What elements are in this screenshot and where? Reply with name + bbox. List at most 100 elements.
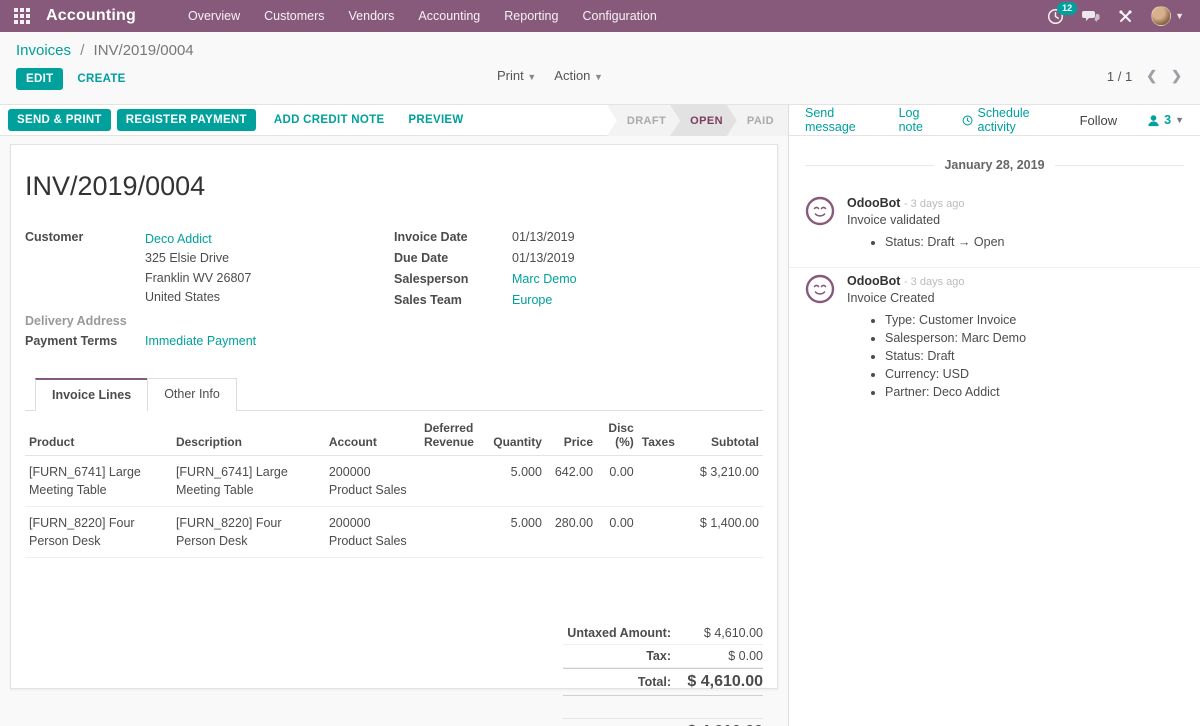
customer-street: 325 Elsie Drive <box>145 249 251 268</box>
action-dropdown[interactable]: Action ▼ <box>554 68 603 83</box>
state-open[interactable]: OPEN <box>670 105 737 136</box>
apps-grid-icon[interactable] <box>14 8 30 24</box>
message-detail: Status: Draft <box>885 349 1184 363</box>
customer-link[interactable]: Deco Addict <box>145 230 251 249</box>
cell-taxes[interactable] <box>638 506 683 557</box>
message-detail: Status: Draft → Open <box>885 235 1184 249</box>
nav-item-customers[interactable]: Customers <box>252 0 336 32</box>
col-header-deferred-revenue[interactable]: Deferred Revenue <box>420 415 485 456</box>
cell-price[interactable]: 280.00 <box>546 506 597 557</box>
user-menu[interactable]: ▼ <box>1151 6 1184 26</box>
message-timestamp: - 3 days ago <box>904 276 965 288</box>
state-draft[interactable]: DRAFT <box>607 105 680 136</box>
untaxed-amount-value: $ 4,610.00 <box>671 626 763 640</box>
cell-product[interactable]: [FURN_8220] Four Person Desk <box>25 506 172 557</box>
statusbar: SEND & PRINT REGISTER PAYMENT ADD CREDIT… <box>0 105 789 135</box>
state-pipeline: DRAFT OPEN PAID <box>617 105 788 136</box>
message-detail: Currency: USD <box>885 367 1184 381</box>
total-value: $ 4,610.00 <box>671 673 763 691</box>
log-note-button[interactable]: Log note <box>899 106 941 134</box>
col-header-product[interactable]: Product <box>25 415 172 456</box>
message-body: Invoice Created <box>847 291 1184 305</box>
cell-deferred-revenue[interactable] <box>420 455 485 506</box>
cell-account[interactable]: 200000 Product Sales <box>325 506 420 557</box>
message-author[interactable]: OdooBot <box>847 196 900 210</box>
nav-item-reporting[interactable]: Reporting <box>492 0 570 32</box>
col-header-taxes[interactable]: Taxes <box>638 415 683 456</box>
send-print-button[interactable]: SEND & PRINT <box>8 109 111 131</box>
edit-button[interactable]: EDIT <box>16 68 63 90</box>
preview-button[interactable]: PREVIEW <box>408 114 463 126</box>
cell-disc[interactable]: 0.00 <box>597 455 638 506</box>
cell-quantity[interactable]: 5.000 <box>485 506 546 557</box>
caret-down-icon: ▼ <box>1175 11 1184 21</box>
table-row[interactable]: [FURN_8220] Four Person Desk [FURN_8220]… <box>25 506 763 557</box>
cell-subtotal[interactable]: $ 3,210.00 <box>683 455 763 506</box>
customer-country: United States <box>145 288 251 307</box>
cell-taxes[interactable] <box>638 455 683 506</box>
cell-description[interactable]: [FURN_8220] Four Person Desk <box>172 506 325 557</box>
message-timestamp: - 3 days ago <box>904 198 965 210</box>
delivery-address-label: Delivery Address <box>25 314 145 328</box>
col-header-subtotal[interactable]: Subtotal <box>683 415 763 456</box>
tab-invoice-lines[interactable]: Invoice Lines <box>35 378 148 411</box>
cell-account[interactable]: 200000 Product Sales <box>325 455 420 506</box>
odoobot-avatar <box>805 274 835 304</box>
nav-item-overview[interactable]: Overview <box>176 0 252 32</box>
cell-product[interactable]: [FURN_6741] Large Meeting Table <box>25 455 172 506</box>
cell-disc[interactable]: 0.00 <box>597 506 638 557</box>
date-separator: January 28, 2019 <box>805 158 1184 172</box>
cell-price[interactable]: 642.00 <box>546 455 597 506</box>
register-payment-button[interactable]: REGISTER PAYMENT <box>117 109 256 131</box>
caret-down-icon: ▼ <box>527 72 536 82</box>
cell-deferred-revenue[interactable] <box>420 506 485 557</box>
untaxed-amount-label: Untaxed Amount: <box>567 626 671 640</box>
customer-label: Customer <box>25 230 145 308</box>
tax-label: Tax: <box>646 649 671 663</box>
add-credit-note-button[interactable]: ADD CREDIT NOTE <box>274 114 385 126</box>
chatter-header: Send message Log note Schedule activity … <box>789 105 1200 135</box>
followers-button[interactable]: 3 ▼ <box>1147 113 1184 127</box>
breadcrumb-invoices-link[interactable]: Invoices <box>16 42 71 59</box>
activity-count-badge: 12 <box>1057 2 1077 15</box>
cell-subtotal[interactable]: $ 1,400.00 <box>683 506 763 557</box>
col-header-price[interactable]: Price <box>546 415 597 456</box>
message-author[interactable]: OdooBot <box>847 274 900 288</box>
tab-other-info[interactable]: Other Info <box>147 378 237 411</box>
col-header-description[interactable]: Description <box>172 415 325 456</box>
sales-team-link[interactable]: Europe <box>512 293 552 307</box>
tools-icon[interactable] <box>1118 9 1133 24</box>
nav-item-configuration[interactable]: Configuration <box>570 0 668 32</box>
invoice-number-title: INV/2019/0004 <box>25 171 763 202</box>
col-header-quantity[interactable]: Quantity <box>485 415 546 456</box>
cell-description[interactable]: [FURN_6741] Large Meeting Table <box>172 455 325 506</box>
col-header-account[interactable]: Account <box>325 415 420 456</box>
total-label: Total: <box>638 675 671 689</box>
payment-terms-label: Payment Terms <box>25 334 145 348</box>
message-detail: Partner: Deco Addict <box>885 385 1184 399</box>
payment-terms-link[interactable]: Immediate Payment <box>145 334 256 348</box>
app-title[interactable]: Accounting <box>46 7 136 25</box>
schedule-activity-button[interactable]: Schedule activity <box>962 106 1057 134</box>
odoobot-avatar <box>805 196 835 226</box>
nav-item-vendors[interactable]: Vendors <box>337 0 407 32</box>
salesperson-link[interactable]: Marc Demo <box>512 272 577 286</box>
nav-item-accounting[interactable]: Accounting <box>406 0 492 32</box>
col-header-disc[interactable]: Disc (%) <box>597 415 638 456</box>
form-view: INV/2019/0004 Customer Deco Addict 325 E… <box>0 136 789 726</box>
table-row[interactable]: [FURN_6741] Large Meeting Table [FURN_67… <box>25 455 763 506</box>
pager-next-icon[interactable]: ❯ <box>1171 68 1182 84</box>
caret-down-icon: ▼ <box>1175 115 1184 125</box>
top-nav: Accounting Overview Customers Vendors Ac… <box>0 0 1200 32</box>
chatter-panel: January 28, 2019 OdooBot - 3 days ago In… <box>789 136 1200 726</box>
send-message-button[interactable]: Send message <box>805 106 877 134</box>
print-dropdown[interactable]: Print ▼ <box>497 68 536 83</box>
follow-button[interactable]: Follow <box>1080 113 1118 128</box>
control-panel: Invoices / INV/2019/0004 Print ▼ Action … <box>0 32 1200 96</box>
activities-clock-icon[interactable]: 12 <box>1047 8 1064 25</box>
followers-icon <box>1147 114 1160 127</box>
pager-prev-icon[interactable]: ❮ <box>1146 68 1157 84</box>
cell-quantity[interactable]: 5.000 <box>485 455 546 506</box>
create-button[interactable]: CREATE <box>77 73 125 85</box>
messages-icon[interactable] <box>1082 9 1100 24</box>
